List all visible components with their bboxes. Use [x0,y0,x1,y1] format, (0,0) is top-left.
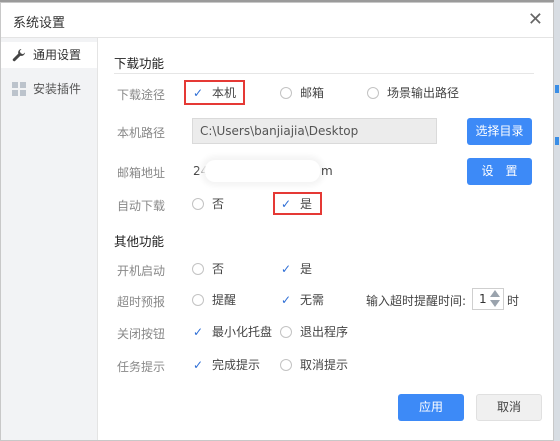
dialog-title: 系统设置 [13,16,66,31]
stepper-down-icon[interactable] [490,300,500,307]
sidebar-item-general[interactable]: 通用设置 [1,42,97,68]
close-icon[interactable]: ✕ [528,9,543,30]
option-label: 是 [300,197,313,211]
close-button-label: 关闭按钮 [117,327,166,341]
background-accent-mark [555,85,559,93]
dialog-titlebar: 系统设置 ✕ [1,3,553,38]
radio-circle [280,326,292,338]
local-path-input[interactable]: C:\Users\banjiajia\Desktop [192,118,437,144]
option-label: 场景输出路径 [387,86,460,100]
sidebar-item-plugins[interactable]: 安装插件 [1,76,97,102]
option-label: 无需 [300,293,325,307]
stepper-up-icon[interactable] [490,290,500,297]
check-icon: ✓ [281,197,292,211]
auto-download-label: 自动下载 [117,199,166,213]
check-icon: ✓ [193,358,204,372]
email-label: 邮箱地址 [117,166,166,180]
email-settings-button[interactable]: 设 置 [467,158,532,185]
download-route-label: 下载途径 [117,88,166,102]
radio-circle [192,294,204,306]
section-title-other: 其他功能 [114,234,165,249]
apply-button[interactable]: 应用 [398,394,464,421]
check-icon: ✓ [193,325,204,339]
background-accent-mark [555,137,559,145]
section-divider [114,73,534,74]
option-label: 邮箱 [300,86,325,100]
timeout-label: 超时预报 [117,295,166,309]
option-label: 完成提示 [212,358,261,372]
radio-circle [280,87,292,99]
settings-sidebar: 通用设置 安装插件 [1,38,98,440]
section-title-download: 下载功能 [114,56,165,71]
task-hint-label: 任务提示 [117,360,166,374]
email-redaction [205,160,320,182]
option-label: 否 [212,197,225,211]
stepper-value: 1 [479,292,487,306]
grid-icon [12,82,26,96]
check-icon: ✓ [193,86,204,100]
option-label: 取消提示 [300,358,349,372]
background-window-right-edge [554,0,560,441]
radio-circle [367,87,379,99]
option-label: 提醒 [212,293,237,307]
option-label: 退出程序 [300,325,349,339]
radio-circle [192,263,204,275]
startup-label: 开机启动 [117,264,166,278]
timeout-unit: 时 [507,294,520,308]
option-label: 最小化托盘 [212,325,273,339]
check-icon: ✓ [281,293,292,307]
radio-circle [192,198,204,210]
choose-directory-button[interactable]: 选择目录 [467,118,532,145]
sidebar-item-label: 安装插件 [33,82,82,96]
radio-circle [280,359,292,371]
settings-dialog: 系统设置 ✕ 通用设置 安装插件 [0,2,554,441]
timeout-stepper[interactable]: 1 [472,288,504,310]
check-icon: ✓ [281,262,292,276]
option-label: 是 [300,262,313,276]
local-path-label: 本机路径 [117,126,166,140]
timeout-input-label: 输入超时提醒时间: [366,294,467,308]
wrench-icon [12,49,25,62]
email-value-suffix: m [321,164,333,178]
option-label: 否 [212,262,225,276]
option-label: 本机 [212,86,237,100]
sidebar-item-label: 通用设置 [33,48,82,62]
cancel-button[interactable]: 取消 [476,394,542,421]
